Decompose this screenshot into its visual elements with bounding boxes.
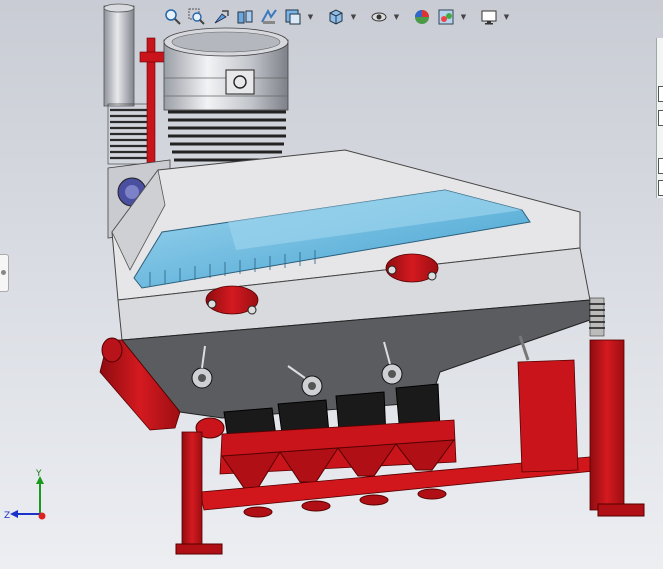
coordinate-triad: Y Z xyxy=(4,469,46,521)
view-settings-dropdown-icon[interactable]: ▼ xyxy=(502,6,511,28)
dynamic-annotation-icon[interactable] xyxy=(258,6,280,28)
hide-show-dropdown-icon[interactable]: ▼ xyxy=(392,6,401,28)
handle-dot-icon xyxy=(1,270,6,275)
heads-up-view-toolbar: ▼ ▼ ▼ ▼ ▼ xyxy=(162,4,511,30)
clamp-left[interactable] xyxy=(205,285,259,315)
view-orientation-dropdown-icon[interactable]: ▼ xyxy=(306,6,315,28)
section-view-icon[interactable] xyxy=(234,6,256,28)
clamp-right[interactable] xyxy=(385,253,439,283)
y-axis-label: Y xyxy=(35,469,42,479)
previous-view-icon[interactable] xyxy=(210,6,232,28)
aspiration-pipe[interactable] xyxy=(103,3,151,165)
task-pane-edge[interactable] xyxy=(656,38,663,198)
view-settings-icon[interactable] xyxy=(478,6,500,28)
graphics-viewport[interactable]: ▼ ▼ ▼ ▼ ▼ Y Z xyxy=(0,0,663,569)
inlet-cylinder[interactable] xyxy=(163,27,289,162)
zoom-to-area-icon[interactable] xyxy=(186,6,208,28)
feature-tree-expand-handle[interactable] xyxy=(0,254,9,292)
machine-model[interactable] xyxy=(0,0,663,569)
hide-show-items-icon[interactable] xyxy=(368,6,390,28)
apply-scene-dropdown-icon[interactable]: ▼ xyxy=(459,6,468,28)
view-orientation-icon[interactable] xyxy=(282,6,304,28)
apply-scene-icon[interactable] xyxy=(435,6,457,28)
z-axis-label: Z xyxy=(4,511,10,521)
display-style-icon[interactable] xyxy=(325,6,347,28)
zoom-to-fit-icon[interactable] xyxy=(162,6,184,28)
display-style-dropdown-icon[interactable]: ▼ xyxy=(349,6,358,28)
edit-appearance-icon[interactable] xyxy=(411,6,433,28)
